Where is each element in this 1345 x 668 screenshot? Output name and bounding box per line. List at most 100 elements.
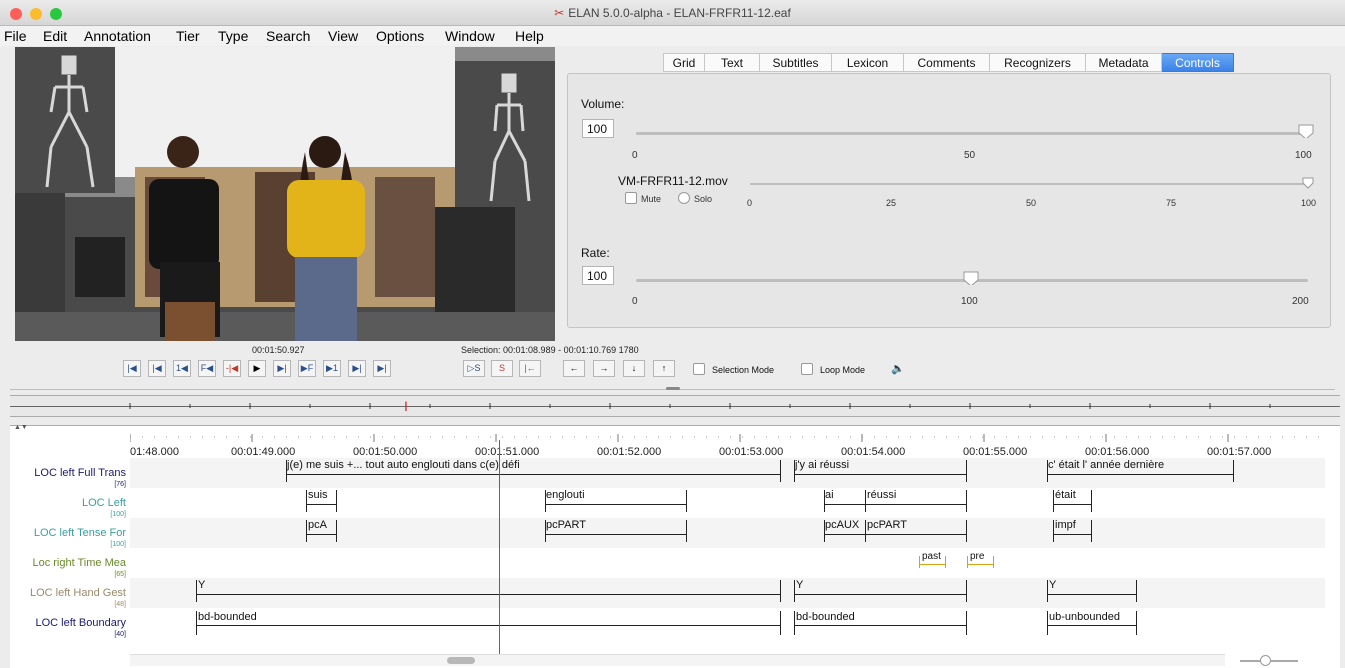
down-arrow-button[interactable]: ↓ — [623, 360, 645, 377]
menu-help[interactable]: Help — [515, 28, 544, 44]
next-frame-button[interactable]: ▶| — [348, 360, 366, 377]
annotation-boundary — [966, 460, 967, 482]
tab-subtitles[interactable]: Subtitles — [760, 53, 832, 72]
annotation-hand-3[interactable]: Y — [1049, 579, 1056, 591]
annotation-tense-4[interactable]: pcPART — [867, 519, 907, 531]
back-one-second-button[interactable]: 1◀ — [173, 360, 191, 377]
go-to-end-button[interactable]: ▶| — [373, 360, 391, 377]
horizontal-scrollbar[interactable] — [130, 654, 1225, 666]
tier-name-tense[interactable]: LOC left Tense For [100] — [8, 527, 126, 551]
tier-name-full-trans[interactable]: LOC left Full Trans [76] — [8, 467, 126, 491]
tab-comments[interactable]: Comments — [904, 53, 990, 72]
volume-input[interactable]: 100 — [582, 119, 614, 138]
annotation-boundary — [794, 460, 795, 482]
volume-slider-thumb[interactable] — [1298, 124, 1314, 138]
annotation-loc-left-4[interactable]: réussi — [867, 489, 896, 501]
annotation-time-1[interactable]: past — [922, 551, 941, 562]
window-titlebar: ✂ ELAN 5.0.0-alpha - ELAN-FRFR11-12.eaf — [0, 0, 1345, 26]
tier-row-hand[interactable] — [130, 578, 1325, 608]
annotation-boundary — [1136, 611, 1137, 635]
left-arrow-button[interactable]: ← — [563, 360, 585, 377]
annotation-bar — [306, 504, 336, 505]
solo-radio[interactable] — [678, 192, 690, 204]
annotation-full-trans-3[interactable]: c' était l' année dernière — [1048, 459, 1164, 471]
overview-crosshair[interactable]: I — [404, 399, 408, 413]
menu-edit[interactable]: Edit — [43, 28, 67, 44]
tier-name-hand[interactable]: LOC left Hand Gest [48] — [8, 587, 126, 611]
playhead-crosshair[interactable] — [499, 440, 500, 656]
annotation-boundary-3[interactable]: ub-unbounded — [1049, 611, 1120, 623]
menu-window[interactable]: Window — [445, 28, 495, 44]
tab-text[interactable]: Text — [705, 53, 760, 72]
volume-slider-track[interactable] — [636, 132, 1308, 135]
annotation-tense-5[interactable]: impf — [1055, 519, 1076, 531]
loop-mode-checkbox[interactable] — [801, 363, 813, 375]
mute-checkbox[interactable] — [625, 192, 637, 204]
annotation-hand-1[interactable]: Y — [198, 579, 205, 591]
annotation-boundary — [824, 520, 825, 542]
annotation-hand-2[interactable]: Y — [796, 579, 803, 591]
annotation-loc-left-3[interactable]: ai — [825, 489, 834, 501]
tab-grid[interactable]: Grid — [663, 53, 705, 72]
up-arrow-button[interactable]: ↑ — [653, 360, 675, 377]
menu-options[interactable]: Options — [376, 28, 424, 44]
annotation-tense-1[interactable]: pcA — [308, 519, 327, 531]
right-arrow-button[interactable]: → — [593, 360, 615, 377]
annotation-tense-3[interactable]: pcAUX — [825, 519, 859, 531]
annotation-boundary-1[interactable]: bd-bounded — [198, 611, 257, 623]
tab-controls[interactable]: Controls — [1162, 53, 1234, 72]
menu-search[interactable]: Search — [266, 28, 310, 44]
menu-tier[interactable]: Tier — [176, 28, 200, 44]
menu-view[interactable]: View — [328, 28, 358, 44]
annotation-boundary — [1053, 490, 1054, 512]
selection-mode-checkbox[interactable] — [693, 363, 705, 375]
play-selection-button[interactable]: ▷S — [463, 360, 485, 377]
annotation-full-trans-1[interactable]: j(e) me suis +... tout auto englouti dan… — [287, 459, 520, 471]
horizontal-scrollbar-thumb[interactable] — [447, 657, 475, 664]
menu-type[interactable]: Type — [218, 28, 248, 44]
collapse-arrows-icon[interactable]: ▲▼ — [14, 424, 28, 431]
tier-row-boundary[interactable] — [130, 608, 1325, 638]
media-volume-slider-thumb[interactable] — [1302, 177, 1318, 191]
forward-frame-button[interactable]: ▶F — [298, 360, 316, 377]
tab-recognizers[interactable]: Recognizers — [990, 53, 1086, 72]
go-to-begin-button[interactable]: |◀ — [123, 360, 141, 377]
tier-row-time[interactable] — [130, 548, 1325, 578]
annotation-boundary — [1053, 520, 1054, 542]
annotation-loc-left-2[interactable]: englouti — [546, 489, 585, 501]
previous-boundary-button[interactable]: -|◀ — [223, 360, 241, 377]
annotation-time-2[interactable]: pre — [970, 551, 984, 562]
annotation-boundary — [196, 611, 197, 635]
selection-boundary-button[interactable]: |← — [519, 360, 541, 377]
forward-one-second-button[interactable]: ▶1 — [323, 360, 341, 377]
next-boundary-button[interactable]: ▶| — [273, 360, 291, 377]
annotation-tense-2[interactable]: pcPART — [546, 519, 586, 531]
tier-name-time[interactable]: Loc right Time Mea [65] — [8, 557, 126, 581]
tab-lexicon[interactable]: Lexicon — [832, 53, 904, 72]
play-button[interactable]: ▶ — [248, 360, 266, 377]
previous-frame-button[interactable]: |◀ — [148, 360, 166, 377]
media-tick-75: 75 — [1166, 198, 1177, 208]
overview-timeline[interactable]: I — [10, 395, 1340, 417]
media-volume-slider-track[interactable] — [750, 183, 1310, 185]
time-ruler — [130, 434, 1330, 442]
rate-input[interactable]: 100 — [582, 266, 614, 285]
video-viewer[interactable] — [15, 47, 555, 341]
tab-metadata[interactable]: Metadata — [1086, 53, 1162, 72]
annotation-loc-left-5[interactable]: était — [1055, 489, 1076, 501]
rate-slider-thumb[interactable] — [963, 271, 979, 285]
annotation-boundary-2[interactable]: bd-bounded — [796, 611, 855, 623]
annotation-boundary — [967, 556, 968, 568]
annotation-boundary — [1047, 460, 1048, 482]
clear-selection-button[interactable]: S — [491, 360, 513, 377]
annotation-full-trans-2[interactable]: j'y ai réussi — [795, 459, 849, 471]
tier-name-loc-left[interactable]: LOC Left [100] — [8, 497, 126, 521]
menu-file[interactable]: File — [4, 28, 27, 44]
tier-name-boundary[interactable]: LOC left Boundary [40] — [8, 617, 127, 641]
zoom-slider-thumb[interactable] — [1260, 655, 1271, 666]
divider-handle[interactable] — [666, 387, 680, 390]
back-frame-button[interactable]: F◀ — [198, 360, 216, 377]
menu-annotation[interactable]: Annotation — [84, 28, 151, 44]
annotation-loc-left-1[interactable]: suis — [308, 489, 328, 501]
speaker-icon[interactable]: 🔈 — [891, 362, 905, 375]
